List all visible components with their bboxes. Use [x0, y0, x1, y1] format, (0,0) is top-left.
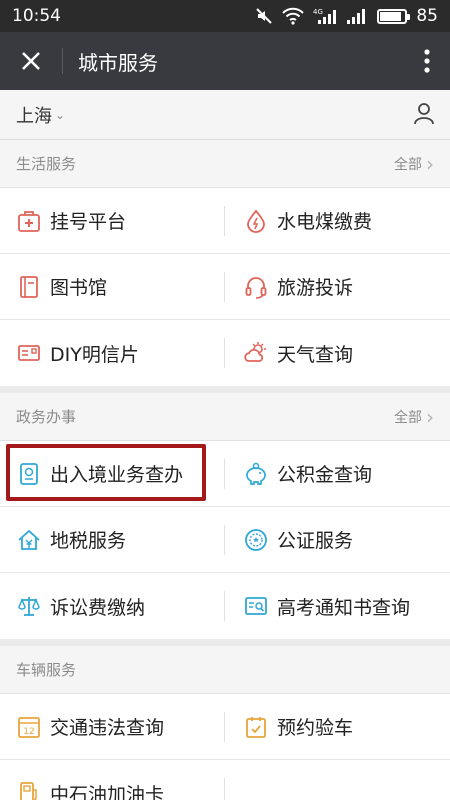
service-label: 地税服务 — [50, 530, 127, 552]
service-item-registration[interactable]: 挂号平台 — [0, 188, 225, 253]
service-item-diy-postcard[interactable]: DIY明信片 — [0, 320, 225, 386]
service-row: 12 交通违法查询 预约验车 — [0, 694, 450, 760]
service-item-utilities[interactable]: 水电煤缴费 — [225, 188, 450, 253]
service-label: 天气查询 — [277, 343, 354, 366]
signal-icon — [346, 7, 368, 25]
service-row: 挂号平台 水电煤缴费 — [0, 188, 450, 254]
service-item-weather[interactable]: 天气查询 — [225, 320, 450, 386]
view-all-label: 全部 — [394, 156, 422, 173]
chevron-down-icon: ⌄ — [55, 107, 66, 122]
service-item-local-tax[interactable]: 地税服务 — [0, 507, 225, 572]
service-label: 交通违法查询 — [50, 717, 165, 739]
service-item-travel-complaint[interactable]: 旅游投诉 — [225, 254, 450, 319]
service-item-litigation-fee[interactable]: 诉讼费缴纳 — [0, 573, 225, 639]
book-icon — [16, 274, 42, 300]
service-label: 公证服务 — [277, 530, 354, 552]
service-label: 预约验车 — [277, 717, 354, 739]
piggy-bank-icon — [243, 461, 269, 487]
id-search-icon — [243, 593, 269, 619]
service-label: 诉讼费缴纳 — [50, 596, 146, 619]
city-selector[interactable]: 上海 ⌄ — [16, 102, 65, 128]
headset-icon — [243, 274, 269, 300]
user-icon — [414, 102, 434, 124]
service-label: 水电煤缴费 — [277, 211, 373, 233]
service-label: 中石油加油卡 — [50, 783, 165, 800]
title-bar: 城市服务 — [0, 32, 450, 90]
service-label: 高考通知书查询 — [277, 596, 411, 619]
title-divider — [62, 48, 63, 74]
chevron-right-icon: › — [426, 404, 434, 429]
status-icons: 4G 85 — [255, 6, 438, 26]
service-grid-government: 出入境业务查办 公积金查询 地税服务 公证服务 诉讼费缴纳 高考通知书查询 — [0, 441, 450, 639]
service-item-notary[interactable]: 公证服务 — [225, 507, 450, 572]
service-row: 出入境业务查办 公积金查询 — [0, 441, 450, 507]
service-label: DIY明信片 — [50, 343, 139, 366]
section-header-vehicle: 车辆服务 — [0, 646, 450, 694]
service-row: 诉讼费缴纳 高考通知书查询 — [0, 573, 450, 639]
wifi-icon — [282, 7, 305, 25]
service-item-housing-fund[interactable]: 公积金查询 — [225, 441, 450, 506]
water-drop-icon — [243, 208, 269, 234]
battery-icon — [377, 8, 411, 24]
calendar-check-icon — [243, 714, 269, 740]
section-title: 生活服务 — [16, 155, 77, 173]
service-label: 公积金查询 — [277, 464, 373, 486]
service-item-admission-letter[interactable]: 高考通知书查询 — [225, 573, 450, 639]
user-profile-button[interactable] — [412, 101, 436, 129]
service-row: 图书馆 旅游投诉 — [0, 254, 450, 320]
chevron-right-icon: › — [426, 151, 434, 176]
signal-4g-icon: 4G — [313, 7, 337, 25]
clock: 10:54 — [12, 6, 61, 26]
seal-icon — [243, 527, 269, 553]
service-item-empty — [225, 760, 450, 800]
service-item-inspection-booking[interactable]: 预约验车 — [225, 694, 450, 759]
section-header-life: 生活服务 全部 › — [0, 140, 450, 188]
service-item-library[interactable]: 图书馆 — [0, 254, 225, 319]
service-item-fuel-card[interactable]: 中石油加油卡 — [0, 760, 225, 800]
view-all-link-government[interactable]: 全部 › — [394, 407, 434, 427]
service-item-exit-entry[interactable]: 出入境业务查办 — [0, 441, 225, 506]
city-bar: 上海 ⌄ — [0, 90, 450, 140]
more-button[interactable] — [404, 32, 450, 90]
house-tax-icon — [16, 527, 42, 553]
service-grid-life: 挂号平台 水电煤缴费 图书馆 旅游投诉 DIY明信片 天气查询 — [0, 188, 450, 386]
city-name: 上海 — [16, 105, 52, 127]
view-all-label: 全部 — [394, 409, 422, 426]
section-title: 政务办事 — [16, 408, 77, 426]
service-label: 挂号平台 — [50, 211, 127, 233]
service-label: 旅游投诉 — [277, 277, 354, 299]
service-label: 图书馆 — [50, 277, 108, 299]
close-icon — [22, 52, 40, 70]
calendar-12-icon: 12 — [16, 714, 42, 740]
medical-kit-icon — [16, 208, 42, 234]
service-row: DIY明信片 天气查询 — [0, 320, 450, 386]
calendar-day-label: 12 — [23, 727, 34, 737]
battery-fill — [380, 11, 401, 21]
service-label: 出入境业务查办 — [50, 464, 184, 486]
service-row: 中石油加油卡 — [0, 760, 450, 800]
mute-icon — [255, 7, 273, 25]
battery-percent: 85 — [416, 6, 438, 26]
scale-icon — [16, 593, 42, 619]
status-bar: 10:54 4G 85 — [0, 0, 450, 32]
gas-card-icon — [16, 780, 42, 800]
section-title: 车辆服务 — [16, 661, 77, 679]
close-button[interactable] — [0, 32, 62, 90]
network-type-label: 4G — [313, 8, 323, 16]
service-row: 地税服务 公证服务 — [0, 507, 450, 573]
more-vertical-icon — [424, 49, 430, 73]
passport-icon — [16, 461, 42, 487]
service-item-traffic-violation[interactable]: 12 交通违法查询 — [0, 694, 225, 759]
section-header-government: 政务办事 全部 › — [0, 393, 450, 441]
weather-icon — [243, 340, 269, 366]
view-all-link-life[interactable]: 全部 › — [394, 154, 434, 174]
page-title: 城市服务 — [78, 50, 158, 75]
postcard-icon — [16, 340, 42, 366]
service-grid-vehicle: 12 交通违法查询 预约验车 中石油加油卡 — [0, 694, 450, 800]
